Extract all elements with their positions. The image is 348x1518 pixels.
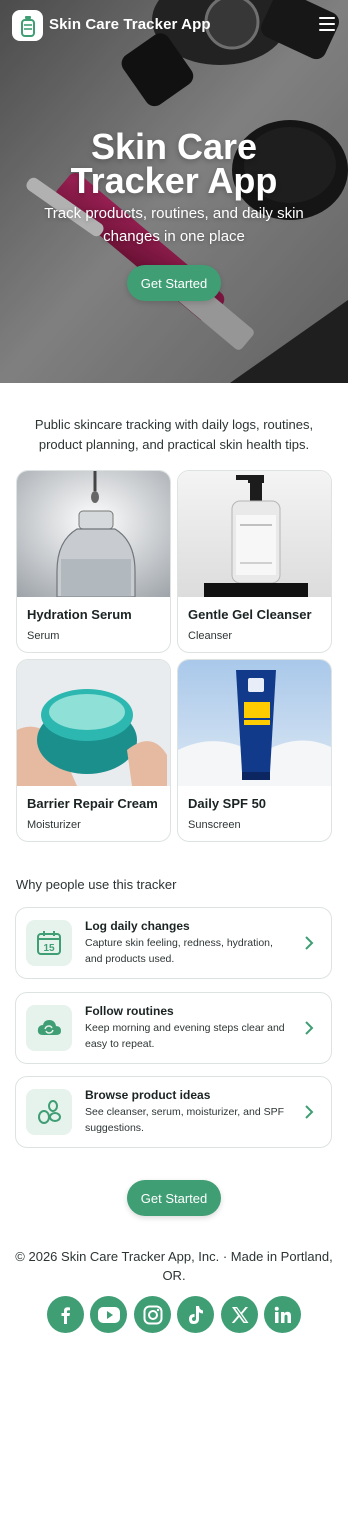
serum-bottle-image [17, 471, 170, 597]
feature-browse-product-ideas[interactable]: Browse product ideas See cleanser, serum… [15, 1076, 332, 1148]
product-card-hydration-serum[interactable]: Hydration Serum Serum [16, 470, 171, 653]
calendar-day: 15 [43, 943, 55, 954]
hamburger-menu-icon[interactable] [319, 17, 335, 31]
app-logo[interactable] [12, 10, 43, 41]
feature-log-daily-changes[interactable]: 15 Log daily changes Capture skin feelin… [15, 907, 332, 979]
tiktok-icon[interactable] [177, 1296, 214, 1333]
hero-title-line1: Skin Care [90, 126, 258, 167]
intro-text: Public skincare tracking with daily logs… [34, 417, 314, 452]
chevron-right-icon [305, 936, 314, 950]
top-bar: Skin Care Tracker App [0, 0, 348, 52]
product-category: Serum [27, 630, 60, 642]
hero-title: Skin Care Tracker App [0, 126, 348, 201]
product-name: Gentle Gel Cleanser [188, 607, 312, 622]
bottle-icon [20, 15, 35, 37]
get-started-button[interactable]: Get Started [127, 1180, 221, 1216]
hero-get-started-button[interactable]: Get Started [127, 265, 221, 301]
product-category: Sunscreen [188, 819, 241, 831]
feature-title: Follow routines [85, 1004, 174, 1018]
sunscreen-tube-image [178, 660, 331, 786]
feature-description: Keep morning and evening steps clear and… [85, 1022, 285, 1050]
product-category: Cleanser [188, 630, 233, 642]
feature-description: Capture skin feeling, redness, hydration… [85, 937, 273, 965]
feature-icon-box [26, 1089, 72, 1135]
cloud-sync-icon [37, 1020, 61, 1035]
instagram-icon[interactable] [134, 1296, 171, 1333]
footer-copyright: © 2026 Skin Care Tracker App, Inc. · Mad… [15, 1249, 333, 1283]
leaves-icon [38, 1100, 61, 1124]
product-card-daily-spf-50[interactable]: Daily SPF 50 Sunscreen [177, 659, 332, 842]
feature-title: Browse product ideas [85, 1088, 211, 1102]
feature-title: Log daily changes [85, 919, 190, 933]
product-name: Hydration Serum [27, 607, 132, 622]
facebook-icon[interactable] [47, 1296, 84, 1333]
cleanser-pump-bottle-image [178, 471, 331, 597]
feature-follow-routines[interactable]: Follow routines Keep morning and evening… [15, 992, 332, 1064]
product-category: Moisturizer [27, 819, 81, 831]
hero-section: Skin Care Tracker App Skin Care Tracker … [0, 0, 348, 383]
chevron-right-icon [305, 1021, 314, 1035]
why-section-title: Why people use this tracker [16, 877, 177, 892]
x-icon[interactable] [221, 1296, 258, 1333]
product-card-barrier-repair-cream[interactable]: Barrier Repair Cream Moisturizer [16, 659, 171, 842]
feature-description: See cleanser, serum, moisturizer, and SP… [85, 1106, 285, 1134]
feature-icon-box [26, 1005, 72, 1051]
feature-icon-box: 15 [26, 920, 72, 966]
hero-subtitle: Track products, routines, and daily skin… [44, 205, 304, 245]
product-name: Barrier Repair Cream [27, 796, 158, 811]
cream-jar-image [17, 660, 170, 786]
hero-title-line2: Tracker App [70, 160, 278, 201]
social-links [47, 1296, 303, 1334]
product-card-gentle-gel-cleanser[interactable]: Gentle Gel Cleanser Cleanser [177, 470, 332, 653]
linkedin-icon[interactable] [264, 1296, 301, 1333]
youtube-icon[interactable] [90, 1296, 127, 1333]
chevron-right-icon [305, 1105, 314, 1119]
brand-name[interactable]: Skin Care Tracker App [49, 16, 211, 33]
calendar-icon: 15 [37, 931, 61, 955]
product-name: Daily SPF 50 [188, 796, 267, 811]
